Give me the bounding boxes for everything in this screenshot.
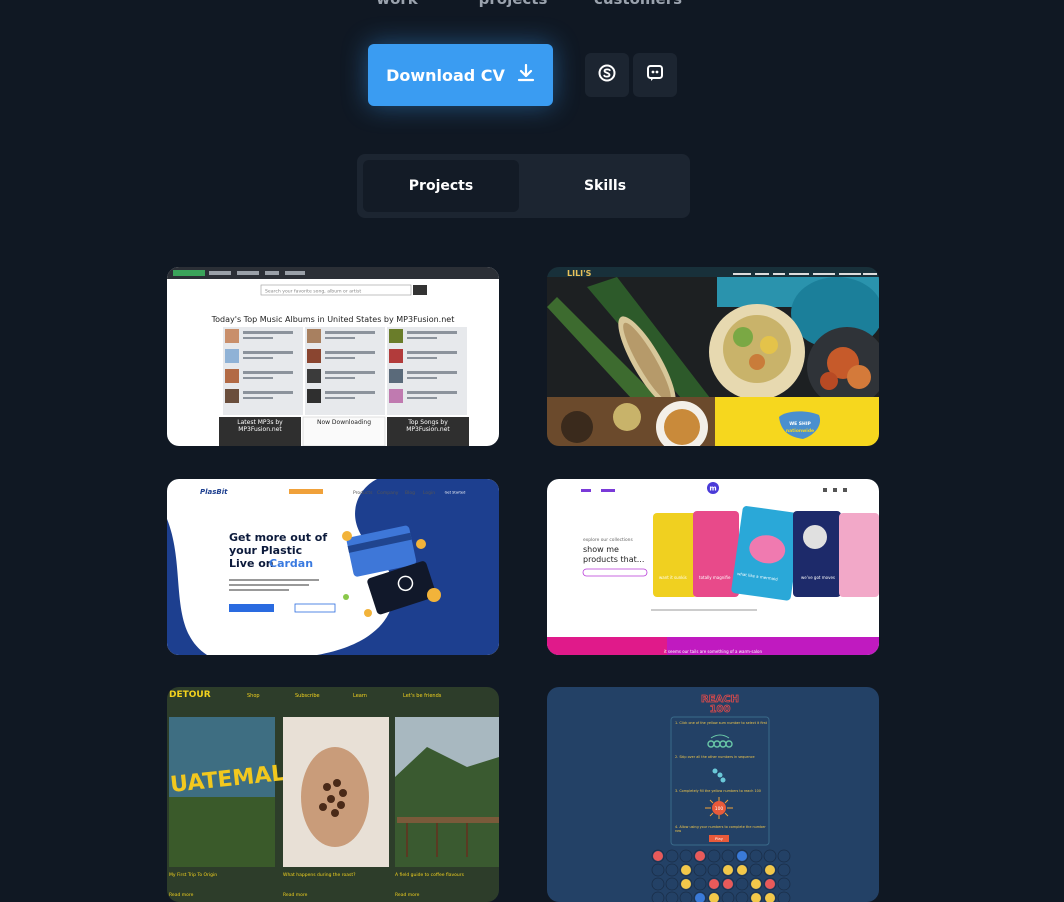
tab-skills[interactable]: Skills bbox=[527, 160, 683, 212]
detour-nav-subscribe: Subscribe bbox=[295, 693, 320, 699]
shop-card-1: want it sunkis bbox=[659, 575, 687, 580]
lilis-badge-line1: WE SHIP bbox=[789, 421, 811, 427]
mp3-search-placeholder: Search your favorite song, album or arti… bbox=[265, 289, 361, 295]
download-icon bbox=[517, 63, 535, 86]
detour-caption-1: My First Trip To Origin bbox=[169, 872, 217, 878]
detour-nav-learn: Learn bbox=[353, 693, 367, 699]
svg-text:m: m bbox=[709, 485, 716, 493]
plasbit-nav-company: Company bbox=[377, 490, 399, 496]
lilis-brand: LILI'S bbox=[567, 269, 592, 278]
detour-caption-2: What happens during the roast? bbox=[283, 872, 356, 878]
shop-headline-2: products that... bbox=[583, 555, 644, 564]
project-thumbnail-mp3fusion: Search your favorite song, album or arti… bbox=[167, 267, 499, 446]
stat-projects-label: projects bbox=[453, 0, 573, 8]
detour-nav-shop: Shop bbox=[247, 693, 260, 699]
download-cv-button[interactable]: Download CV bbox=[368, 44, 553, 106]
reach-step-3: 3. Completely fill the yellow numbers to… bbox=[675, 789, 761, 793]
detour-read-more-2: Read more bbox=[283, 892, 308, 898]
reach-step-4: 4. Allow using your numbers to complete … bbox=[675, 825, 766, 833]
project-card-reach100[interactable]: REACH 100 1. Click one of the yellow sum… bbox=[547, 687, 879, 902]
stat-work-label: work bbox=[337, 0, 457, 8]
project-card-detour[interactable]: DETOUR Shop Subscribe Learn Let's be fri… bbox=[167, 687, 499, 902]
plasbit-cta: Get Started bbox=[445, 491, 466, 495]
project-thumbnail-shop: m explore our collections show me produc… bbox=[547, 479, 879, 655]
shop-footer: it seems our tails are something of a wa… bbox=[664, 649, 762, 654]
plasbit-nav-blog: Blog bbox=[405, 490, 415, 496]
plasbit-headline-1: Get more out of bbox=[229, 531, 327, 544]
plasbit-headline-3: Live on bbox=[229, 557, 274, 570]
reach-play-button: Play bbox=[715, 836, 724, 841]
discord-button[interactable] bbox=[633, 53, 677, 97]
lilis-badge-line2: nationwide bbox=[786, 428, 814, 434]
reach-step-2: 2. Skip over all the other numbers in se… bbox=[675, 755, 755, 759]
tab-projects[interactable]: Projects bbox=[363, 160, 519, 212]
project-thumbnail-reach100: REACH 100 1. Click one of the yellow sum… bbox=[547, 687, 879, 902]
download-cv-label: Download CV bbox=[386, 65, 505, 85]
discord-icon bbox=[645, 63, 665, 87]
shop-headline-1: show me bbox=[583, 545, 619, 554]
project-thumbnail-detour: DETOUR Shop Subscribe Learn Let's be fri… bbox=[167, 687, 499, 902]
project-thumbnail-lilis: LILI'S WE SHIP nationwide bbox=[547, 267, 879, 446]
detour-nav-friends: Let's be friends bbox=[403, 693, 442, 699]
skype-icon bbox=[597, 63, 617, 87]
mp3-box-latest: Latest MP3s by MP3Fusion.net bbox=[237, 419, 283, 433]
shop-card-4: we've got moves bbox=[801, 575, 835, 580]
mp3-box-top-songs: Top Songs by MP3Fusion.net bbox=[406, 419, 450, 433]
shop-card-2: totally magnifie bbox=[699, 575, 731, 580]
stat-customers-label: customers bbox=[578, 0, 698, 8]
plasbit-nav-login: Login bbox=[423, 490, 435, 496]
reach-step-1: 1. Click one of the yellow sum number to… bbox=[675, 721, 767, 725]
portfolio-tabs: Projects Skills bbox=[357, 154, 690, 218]
detour-read-more-3: Read more bbox=[395, 892, 420, 898]
detour-read-more-1: Read more bbox=[169, 892, 194, 898]
mp3-heading: Today's Top Music Albums in United State… bbox=[211, 315, 455, 324]
skype-button[interactable] bbox=[585, 53, 629, 97]
project-card-lilis[interactable]: LILI'S WE SHIP nationwide bbox=[547, 267, 879, 446]
detour-caption-3: A field guide to coffee flavours bbox=[395, 872, 465, 878]
plasbit-nav-products: Products bbox=[353, 490, 373, 496]
project-thumbnail-plasbit: PlasBit Products Company Blog Login Get … bbox=[167, 479, 499, 655]
shop-intro: explore our collections bbox=[583, 537, 633, 543]
plasbit-logo: PlasBit bbox=[200, 488, 228, 496]
plasbit-headline-4: Cardan bbox=[269, 557, 313, 570]
plasbit-headline-2: your Plastic bbox=[229, 544, 302, 557]
project-card-plasbit[interactable]: PlasBit Products Company Blog Login Get … bbox=[167, 479, 499, 655]
project-card-mp3fusion[interactable]: Search your favorite song, album or arti… bbox=[167, 267, 499, 446]
mp3-box-downloading: Now Downloading bbox=[316, 419, 372, 426]
detour-logo: DETOUR bbox=[169, 690, 211, 700]
project-card-shop[interactable]: m explore our collections show me produc… bbox=[547, 479, 879, 655]
reach-title-2: 100 bbox=[710, 704, 731, 715]
stats-row: work projects customers bbox=[0, 0, 1064, 10]
reach-center-value: 100 bbox=[715, 806, 724, 812]
